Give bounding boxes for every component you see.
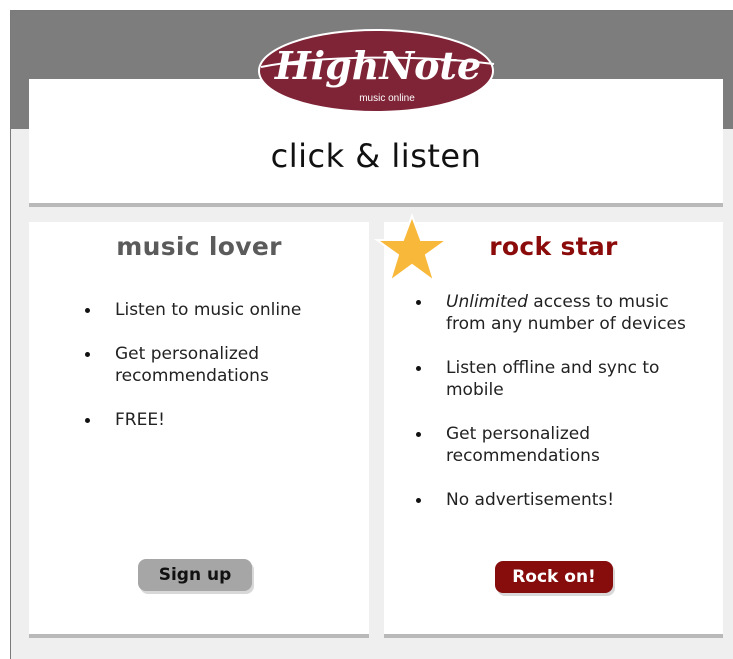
feature-text: FREE! bbox=[115, 410, 165, 430]
list-item: Get personalized recommendations bbox=[81, 343, 341, 387]
feature-text: Get personalized recommendations bbox=[446, 424, 600, 466]
tagline: click & listen bbox=[270, 137, 482, 175]
music-lover-card: music lover Listen to music online Get p… bbox=[29, 222, 369, 638]
sign-up-button[interactable]: Sign up bbox=[138, 559, 252, 591]
bullet-icon bbox=[416, 300, 421, 305]
list-item: Unlimited access to music from any numbe… bbox=[412, 291, 702, 335]
bullet-icon bbox=[416, 498, 421, 503]
bullet-icon bbox=[85, 308, 90, 313]
list-item: Get personalized recommendations bbox=[412, 423, 702, 467]
music-lover-features: Listen to music online Get personalized … bbox=[81, 299, 341, 453]
bullet-icon bbox=[416, 366, 421, 371]
list-item: Listen offline and sync to mobile bbox=[412, 357, 702, 401]
highnote-logo: HighNote music online bbox=[258, 29, 495, 113]
list-item: FREE! bbox=[81, 409, 341, 431]
bullet-icon bbox=[416, 432, 421, 437]
music-lover-title: music lover bbox=[116, 232, 282, 261]
list-item: Listen to music online bbox=[81, 299, 341, 321]
feature-text: No advertisements! bbox=[446, 490, 615, 510]
feature-emphasis: Unlimited bbox=[446, 292, 528, 312]
logo-subtitle: music online bbox=[359, 93, 415, 104]
feature-text: Listen to music online bbox=[115, 300, 302, 320]
bullet-icon bbox=[85, 418, 90, 423]
bullet-icon bbox=[85, 352, 90, 357]
feature-text: Get personalized recommendations bbox=[115, 344, 269, 386]
feature-text: Listen offline and sync to mobile bbox=[446, 358, 660, 400]
rock-on-button[interactable]: Rock on! bbox=[495, 561, 613, 593]
rock-star-features: Unlimited access to music from any numbe… bbox=[412, 291, 702, 533]
star-icon bbox=[374, 213, 450, 284]
logo-wordmark: HighNote bbox=[274, 43, 481, 88]
page-frame: click & listen HighNote music online mus… bbox=[10, 10, 733, 659]
list-item: No advertisements! bbox=[412, 489, 702, 511]
